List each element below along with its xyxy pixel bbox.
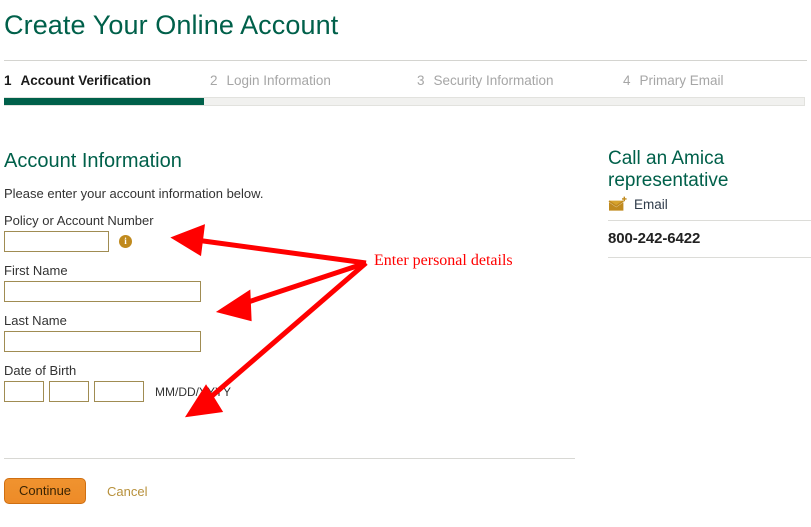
contact-sidebar-title: Call an Amica representative xyxy=(608,148,729,192)
form-divider xyxy=(4,458,575,459)
policy-or-account-number-field: Policy or Account Number i xyxy=(4,213,564,252)
contact-divider-bottom xyxy=(608,257,811,259)
last-name-label: Last Name xyxy=(4,313,67,328)
step-account-verification[interactable]: 1 Account Verification xyxy=(4,73,151,88)
last-name-field: Last Name xyxy=(4,313,564,352)
step-label: Account Verification xyxy=(20,73,152,88)
continue-button[interactable]: Continue xyxy=(4,478,87,504)
form-actions: Continue Cancel xyxy=(4,478,148,504)
envelope-plus-icon xyxy=(608,196,628,212)
date-of-birth-label: Date of Birth xyxy=(4,363,77,378)
step-label: Security Information xyxy=(433,73,554,88)
step-number: 1 xyxy=(4,73,12,88)
progress-bar-fill xyxy=(4,98,204,105)
date-of-birth-month-input[interactable] xyxy=(4,381,44,402)
step-security-information[interactable]: 3 Security Information xyxy=(417,73,554,88)
phone-number[interactable]: 800-242-6422 xyxy=(608,221,811,257)
account-information-form: Account Information Please enter your ac… xyxy=(4,150,564,413)
date-of-birth-format-hint: MM/DD/YYYY xyxy=(155,384,232,399)
last-name-input[interactable] xyxy=(4,331,201,352)
step-primary-email[interactable]: 4 Primary Email xyxy=(623,73,724,88)
header-divider xyxy=(4,60,807,61)
first-name-field: First Name xyxy=(4,263,564,302)
info-icon-glyph: i xyxy=(124,236,127,246)
date-of-birth-day-input[interactable] xyxy=(49,381,89,402)
progress-bar-track xyxy=(4,97,805,106)
step-number: 4 xyxy=(623,73,631,88)
email-label: Email xyxy=(634,196,668,212)
section-title: Account Information xyxy=(4,150,182,172)
progress-step-bar: 1 Account Verification 2 Login Information… xyxy=(0,73,811,95)
policy-or-account-number-label: Policy or Account Number xyxy=(4,213,154,228)
section-intro-text: Please enter your account information be… xyxy=(4,186,264,201)
step-label: Primary Email xyxy=(639,73,724,88)
policy-or-account-number-input[interactable] xyxy=(4,231,109,252)
first-name-input[interactable] xyxy=(4,281,201,302)
step-label: Login Information xyxy=(226,73,331,88)
date-of-birth-field: Date of Birth MM/DD/YYYY xyxy=(4,363,564,402)
cancel-link[interactable]: Cancel xyxy=(107,484,147,499)
step-number: 2 xyxy=(210,73,218,88)
date-of-birth-year-input[interactable] xyxy=(94,381,144,402)
first-name-label: First Name xyxy=(4,263,68,278)
info-icon[interactable]: i xyxy=(119,235,132,248)
step-login-information[interactable]: 2 Login Information xyxy=(210,73,331,88)
page-title: Create Your Online Account xyxy=(4,10,339,40)
email-link[interactable]: Email xyxy=(608,196,811,212)
contact-sidebar: Call an Amica representative Email 800-2… xyxy=(608,148,811,259)
step-number: 3 xyxy=(417,73,425,88)
